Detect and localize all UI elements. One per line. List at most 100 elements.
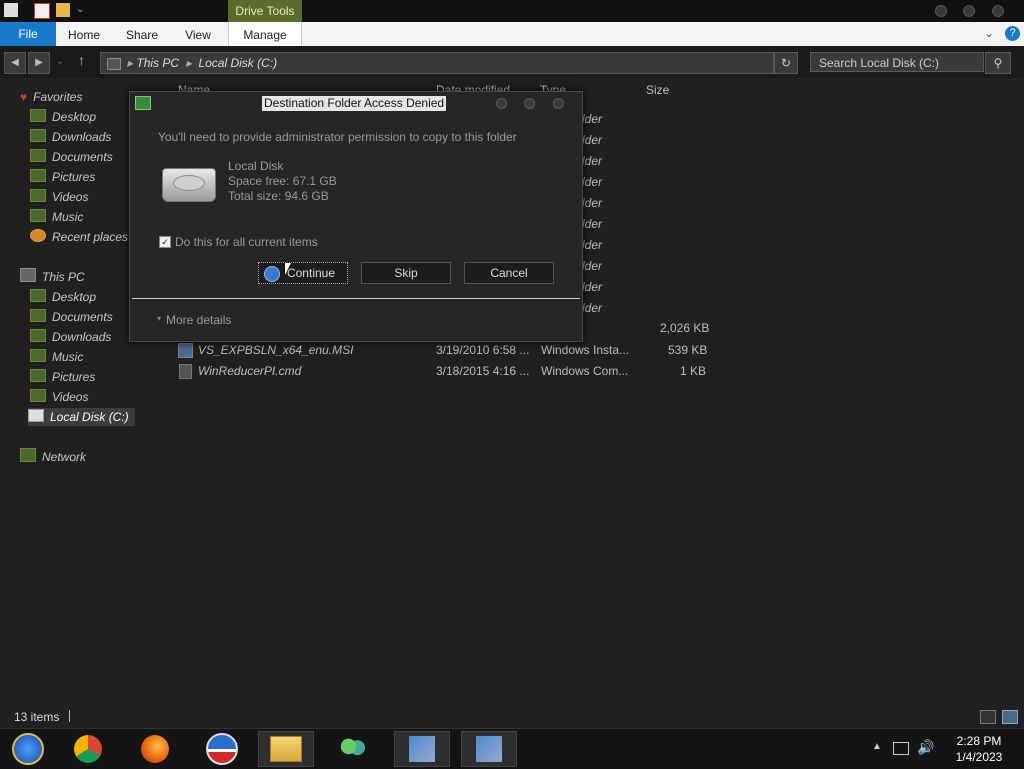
sidebar-item-downloads[interactable]: Downloads [30,128,111,146]
help-icon[interactable]: ? [1005,26,1020,41]
sidebar-item-videos[interactable]: Videos [30,188,88,206]
customize-quick-access-icon[interactable]: ⌄ [76,4,84,15]
list-item[interactable]: lder [582,214,602,234]
pictures-icon [30,369,46,382]
sidebar-item-pc-documents[interactable]: Documents [30,308,113,326]
forward-button[interactable]: ▶ [28,52,50,74]
list-item[interactable]: lder [582,235,602,255]
new-folder-icon[interactable] [56,3,70,17]
list-item[interactable]: lder [582,151,602,171]
mouse-cursor-icon [285,263,291,275]
taskbar-users[interactable] [325,731,381,767]
file-name: VS_EXPBSLN_x64_enu.MSI [198,343,354,357]
taskbar: ▲ 🔊 2:28 PM 1/4/2023 [0,728,1024,769]
sidebar-item-documents[interactable]: Documents [30,148,113,166]
sidebar-this-pc[interactable]: This PC [20,268,85,286]
start-button[interactable] [0,731,56,767]
sidebar-item-pc-videos[interactable]: Videos [30,388,88,406]
table-row[interactable]: VS_EXPBSLN_x64_enu.MSI 3/19/2010 6:58 ..… [178,340,708,360]
details-view-icon[interactable] [980,710,996,724]
table-row[interactable]: WinReducerPI.cmd 3/18/2015 4:16 ... Wind… [178,361,708,381]
computer-icon [20,268,36,282]
taskbar-network-setup-1[interactable] [394,731,450,767]
breadcrumb-local-disk[interactable]: Local Disk (C:) [198,56,277,70]
downloads-icon [30,329,46,342]
do-this-for-all-checkbox[interactable]: ✓ [159,236,171,248]
tab-manage[interactable]: Manage [228,22,302,46]
firefox-icon [141,735,169,763]
sidebar-favorites[interactable]: ♥ Favorites [20,88,82,106]
desktop-icon [30,109,46,122]
clock[interactable]: 2:28 PM 1/4/2023 [944,733,1014,765]
taskbar-firefox[interactable] [127,731,183,767]
skip-button[interactable]: Skip [361,262,451,284]
chevron-down-icon[interactable]: ▾ [157,314,161,323]
properties-icon[interactable] [34,3,50,19]
back-button[interactable]: ◀ [4,52,26,74]
tab-view[interactable]: View [178,22,218,46]
network-tray-icon[interactable] [893,742,909,755]
up-arrow-icon[interactable]: ↑ [78,52,85,68]
taskbar-app-logo[interactable] [194,731,250,767]
refresh-button[interactable]: ↻ [774,52,798,74]
sidebar-item-pictures[interactable]: Pictures [30,168,95,186]
taskbar-chrome[interactable] [60,731,116,767]
sidebar-item-pc-desktop[interactable]: Desktop [30,288,96,306]
list-item[interactable]: lder [582,256,602,276]
minimize-button[interactable] [935,5,947,17]
column-size[interactable]: Size [646,82,669,98]
dialog-title: Destination Folder Access Denied [262,96,447,111]
list-item[interactable]: lder [582,193,602,213]
sidebar-item-recent-places[interactable]: Recent places [30,228,128,246]
sidebar-item-music[interactable]: Music [30,208,83,226]
sidebar-item-pc-pictures[interactable]: Pictures [30,368,95,386]
item-count: 13 items [14,710,60,724]
large-icons-view-icon[interactable] [1002,710,1018,724]
list-item[interactable]: lder [582,130,602,150]
list-item[interactable]: lder [582,277,602,297]
tab-file[interactable]: File [0,22,56,46]
dialog-close-button[interactable] [553,98,564,109]
hard-drive-icon [28,409,44,422]
window-menu-icon[interactable] [4,3,18,17]
sidebar-item-pc-downloads[interactable]: Downloads [30,328,111,346]
file-size: 539 KB [668,343,708,357]
search-input[interactable]: Search Local Disk (C:) [810,52,984,72]
desktop-icon [30,289,46,302]
show-hidden-icons-icon[interactable]: ▲ [872,741,882,752]
close-button[interactable] [992,5,1004,17]
obama-logo-icon [206,733,238,765]
file-type: Windows Com... [541,364,629,378]
chrome-icon [74,735,102,763]
more-details-link[interactable]: More details [166,313,231,327]
expand-ribbon-icon[interactable]: ⌄ [984,26,994,40]
breadcrumb-this-pc[interactable]: This PC [136,56,179,70]
taskbar-file-explorer[interactable] [258,731,314,767]
navigation-bar: ◀ ▶ ⌄ ↑ ▸ This PC ▸ Local Disk (C:) ↻ Se… [0,46,1024,78]
list-item[interactable]: lder [582,298,602,318]
taskbar-network-setup-2[interactable] [461,731,517,767]
search-icon[interactable]: ⚲ [985,52,1011,74]
sidebar-item-desktop[interactable]: Desktop [30,108,96,126]
tab-home[interactable]: Home [62,22,106,46]
clock-time: 2:28 PM [956,734,1002,748]
tab-share[interactable]: Share [120,22,164,46]
sidebar-network[interactable]: Network [20,448,86,466]
sidebar-item-pc-music[interactable]: Music [30,348,83,366]
dialog-minimize-button[interactable] [496,98,507,109]
list-item[interactable]: lder [582,172,602,192]
videos-icon [30,389,46,402]
volume-icon[interactable]: 🔊 [917,739,934,756]
admin-shield-icon [264,266,280,282]
recent-locations-icon[interactable]: ⌄ [56,56,64,67]
cancel-button[interactable]: Cancel [464,262,554,284]
file-date: 3/19/2010 6:58 ... [436,343,530,357]
sidebar-item-local-disk[interactable]: Local Disk (C:) [28,408,135,426]
continue-button[interactable]: Continue [258,262,348,284]
downloads-icon [30,129,46,142]
drive-space-free: Space free: 67.1 GB [228,174,337,188]
maximize-button[interactable] [963,5,975,17]
dialog-maximize-button[interactable] [524,98,535,109]
address-bar[interactable]: ▸ This PC ▸ Local Disk (C:) [100,52,774,74]
list-item[interactable]: lder [582,109,602,129]
